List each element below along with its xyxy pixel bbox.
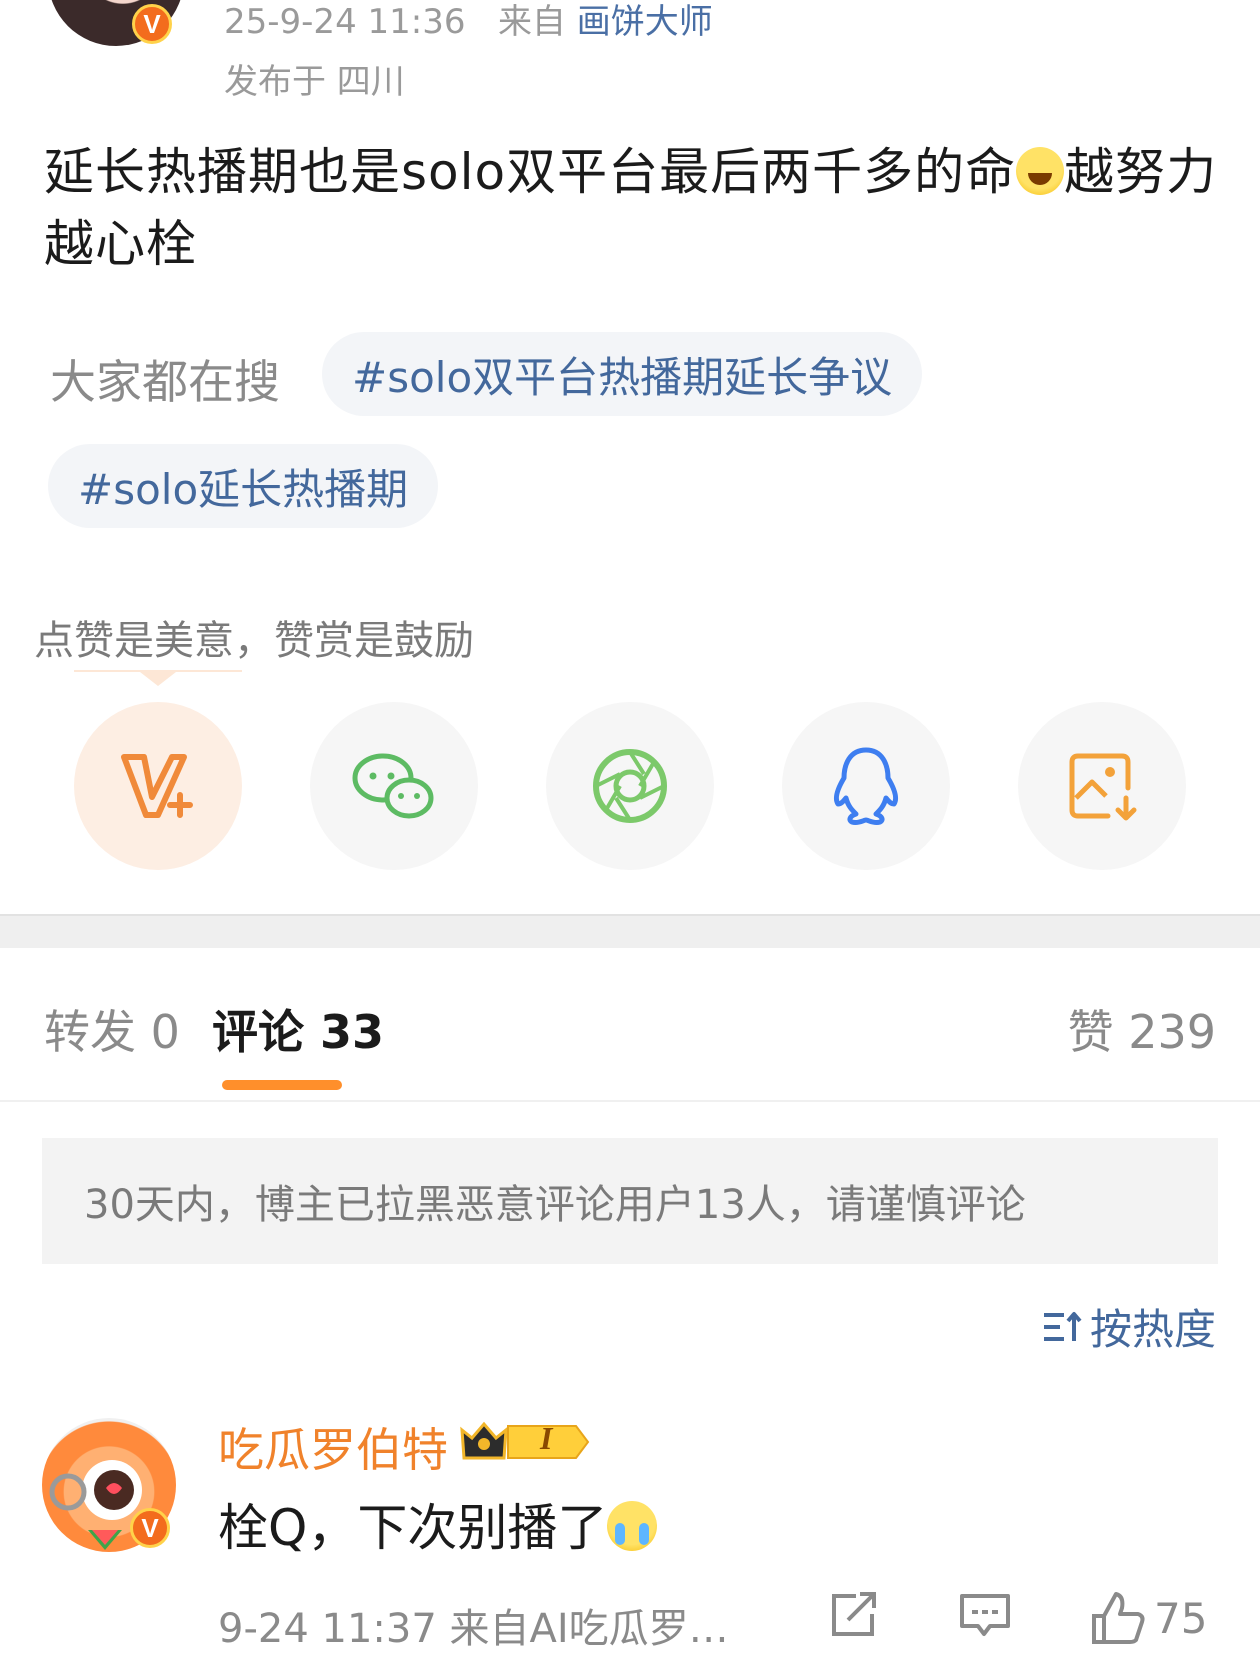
- reply-icon: [960, 1594, 1010, 1636]
- tab-comments[interactable]: 评论 33: [212, 996, 384, 1062]
- trending-tag-2[interactable]: #solo延长热播期: [48, 444, 439, 528]
- comment-like-count: 75: [1154, 1593, 1208, 1643]
- sort-label: 按热度: [1089, 1305, 1216, 1354]
- moderation-notice: 30天内，博主已拉黑恶意评论用户13人，请谨慎评论: [42, 1138, 1218, 1264]
- section-divider: [0, 914, 1260, 948]
- commenter-name[interactable]: 吃瓜罗伯特: [218, 1414, 448, 1480]
- qq-icon: [833, 747, 899, 826]
- trending-tag-1[interactable]: #solo双平台热播期延长争议: [322, 332, 923, 416]
- wechat-icon: [352, 753, 434, 819]
- tooltip-pointer: [140, 672, 176, 686]
- laughing-tears-emoji-icon: [1016, 147, 1065, 195]
- post-source-prefix: 来自: [497, 2, 566, 42]
- comment-like-button[interactable]: 75: [1090, 1590, 1207, 1646]
- crying-emoji-icon: [607, 1501, 658, 1551]
- tab-likes[interactable]: 赞 239: [1068, 996, 1216, 1062]
- tab-repost[interactable]: 转发 0: [44, 996, 180, 1062]
- verified-badge: V: [132, 4, 172, 44]
- share-qq-button[interactable]: [782, 702, 950, 870]
- comment-reply-button[interactable]: [958, 1590, 1012, 1640]
- post-location: 发布于 四川: [224, 62, 405, 102]
- active-tab-indicator: [222, 1080, 342, 1090]
- share-moments-button[interactable]: [546, 702, 714, 870]
- sort-button[interactable]: 按热度: [1042, 1296, 1216, 1357]
- divider-line: [0, 914, 1260, 916]
- comment-body: 栓Q，下次别播了: [218, 1488, 658, 1560]
- comment-share-button[interactable]: [826, 1590, 880, 1640]
- sort-icon: [1043, 1311, 1082, 1341]
- vip-plus-icon: [121, 754, 193, 818]
- share-out-icon: [832, 1592, 876, 1636]
- post-timestamp: 25-9-24 11:36: [224, 2, 466, 42]
- post-body: 延长热播期也是solo双平台最后两千多的命 越努力越心栓: [44, 136, 1224, 280]
- thumbs-up-icon: [1092, 1592, 1145, 1644]
- commenter-verified-badge: V: [130, 1508, 170, 1548]
- save-image-icon: [1069, 753, 1137, 821]
- fan-level-badge: I: [458, 1418, 590, 1470]
- moderation-notice-text: 30天内，博主已拉黑恶意评论用户13人，请谨慎评论: [84, 1182, 1026, 1228]
- fan-level-text: I: [540, 1420, 553, 1456]
- tab-divider: [0, 1100, 1260, 1102]
- post-meta: 25-9-24 11:36 来自 画饼大师: [224, 0, 713, 43]
- trending-search-label: 大家都在搜: [50, 355, 280, 409]
- post-text-part1: 延长热播期也是solo双平台最后两千多的命: [44, 143, 1017, 201]
- comment-text: 栓Q，下次别播了: [218, 1499, 608, 1557]
- encourage-text: 点赞是美意，赞赏是鼓励: [34, 618, 474, 664]
- post-source-link[interactable]: 画饼大师: [577, 2, 713, 42]
- moments-icon: [593, 749, 667, 823]
- share-wechat-button[interactable]: [310, 702, 478, 870]
- vip-plus-button[interactable]: [74, 702, 242, 870]
- crown-icon: [460, 1421, 590, 1460]
- save-image-button[interactable]: [1018, 702, 1186, 870]
- comment-meta: 9-24 11:37 来自AI吃瓜罗…: [218, 1606, 729, 1652]
